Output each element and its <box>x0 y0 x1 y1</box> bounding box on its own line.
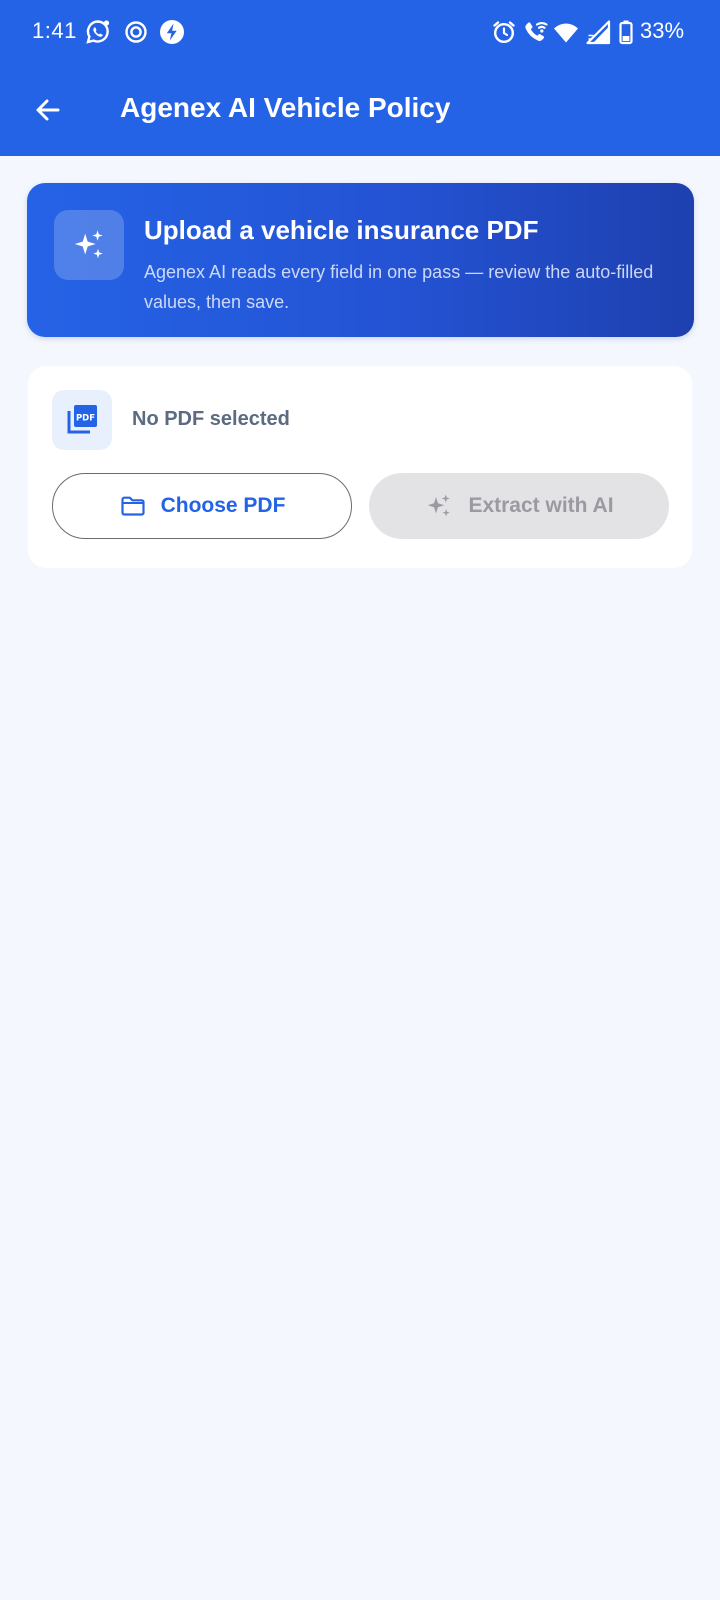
bolt-icon <box>160 20 184 44</box>
folder-icon <box>120 496 145 516</box>
sparkles-icon <box>428 494 451 517</box>
battery-percent: 33% <box>640 18 685 43</box>
toolbar: Agenex AI Vehicle Policy <box>0 64 720 156</box>
signal-icon <box>586 20 611 45</box>
alarm-icon <box>493 21 515 44</box>
status-bar: 1:41 33% <box>0 0 720 64</box>
file-status-text: No PDF selected <box>132 408 290 430</box>
app-bar: 1:41 33% Agenex AI Vehicle Policy <box>0 0 720 156</box>
sparkles-icon <box>74 230 103 259</box>
wifi-call-icon <box>525 22 548 41</box>
svg-text:PDF: PDF <box>76 414 95 424</box>
choose-pdf-button[interactable]: Choose PDF <box>52 473 352 539</box>
hero-icon-tile <box>54 210 124 280</box>
upload-info-card: Upload a vehicle insurance PDF Agenex AI… <box>27 183 694 337</box>
page-title: Agenex AI Vehicle Policy <box>120 92 451 123</box>
extract-with-ai-button[interactable]: Extract with AI <box>369 473 669 539</box>
whatsapp-icon <box>86 20 110 44</box>
hero-subtitle: Agenex AI reads every field in one pass … <box>144 262 654 312</box>
battery-icon <box>619 20 633 45</box>
status-time: 1:41 <box>32 18 77 43</box>
arrow-left-icon <box>36 99 60 121</box>
hero-title: Upload a vehicle insurance PDF <box>144 215 539 245</box>
back-button[interactable] <box>24 86 72 134</box>
file-picker-card: PDF No PDF selected Choose PDF Extract w… <box>28 366 692 568</box>
pdf-file-icon: PDF <box>67 405 97 434</box>
wifi-icon <box>554 23 578 43</box>
extract-with-ai-label: Extract with AI <box>468 494 614 517</box>
focus-icon <box>125 21 147 43</box>
choose-pdf-label: Choose PDF <box>160 494 286 517</box>
pdf-icon-tile: PDF <box>52 390 112 450</box>
